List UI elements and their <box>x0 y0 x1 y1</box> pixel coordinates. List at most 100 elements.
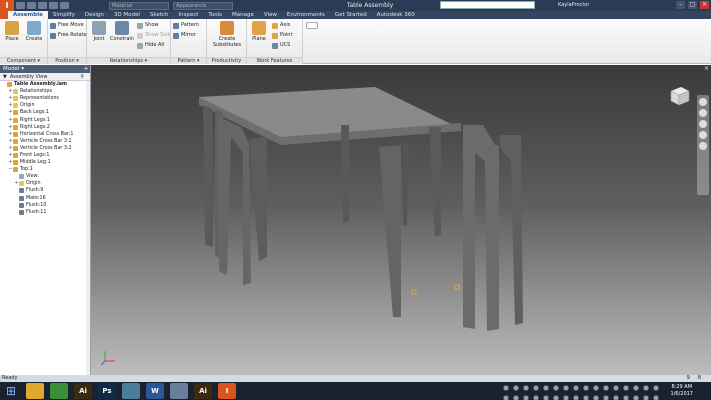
viewport-close-button[interactable]: × <box>704 65 709 72</box>
part-icon <box>13 124 18 130</box>
position-panel-title[interactable]: Position ▾ <box>48 57 86 64</box>
orbit-icon[interactable] <box>699 131 707 139</box>
file-tab[interactable] <box>0 11 8 19</box>
work-point-1[interactable] <box>411 289 417 295</box>
tab-view[interactable]: View <box>259 11 282 19</box>
create-button[interactable]: Create <box>23 21 45 42</box>
tab-tools[interactable]: Tools <box>203 11 227 19</box>
tab-inspect[interactable]: Inspect <box>173 11 203 19</box>
word-icon[interactable]: W <box>146 383 164 399</box>
tab-environments[interactable]: Environments <box>282 11 330 19</box>
tab-sketch[interactable]: Sketch <box>145 11 174 19</box>
steering-wheel-icon[interactable] <box>699 98 707 106</box>
filter-icon[interactable]: ▼ <box>3 73 7 80</box>
new-icon[interactable] <box>16 2 25 9</box>
show-button[interactable]: Show <box>137 22 159 29</box>
free-rotate-button[interactable]: Free Rotate <box>50 32 87 39</box>
browser-node[interactable]: + Middle Leg:1 <box>0 159 90 166</box>
browser-node[interactable]: + Representations <box>0 95 90 102</box>
user-name[interactable]: KaylaProctor <box>558 0 589 11</box>
work-point-2[interactable] <box>454 284 460 290</box>
browser-node[interactable]: Flush:10 <box>0 202 90 209</box>
help-search-input[interactable] <box>440 1 535 9</box>
illustrator-icon-2[interactable]: Ai <box>194 383 212 399</box>
chrome-icon[interactable] <box>50 383 68 399</box>
inventor-logo-icon[interactable]: I <box>0 0 14 11</box>
constraint-icon <box>19 195 24 201</box>
assembly-icon <box>7 82 12 88</box>
tab-get-started[interactable]: Get Started <box>330 11 372 19</box>
tab-autodesk-360[interactable]: Autodesk 360 <box>372 11 420 19</box>
minimize-button[interactable]: – <box>676 1 685 9</box>
free-move-button[interactable]: Free Move <box>50 22 84 29</box>
component-panel-title[interactable]: Component ▾ <box>0 57 47 64</box>
browser-node[interactable]: − Top:1 <box>0 166 90 173</box>
file-explorer-icon[interactable] <box>26 383 44 399</box>
browser-node[interactable]: + Origin <box>0 180 90 187</box>
browser-node[interactable]: + Back Legs:1 <box>0 109 90 116</box>
hide-all-button[interactable]: Hide All <box>137 42 164 49</box>
pattern-button[interactable]: Pattern <box>173 22 199 29</box>
place-button[interactable]: Place <box>1 21 23 42</box>
tab-manage[interactable]: Manage <box>227 11 259 19</box>
plane-button[interactable]: Plane <box>248 21 270 42</box>
open-icon[interactable] <box>27 2 36 9</box>
browser-node[interactable]: + Origin <box>0 102 90 109</box>
constrain-button[interactable]: Constrain <box>109 21 135 42</box>
photoshop-icon[interactable]: Ps <box>98 383 116 399</box>
ribbon-options-button[interactable] <box>306 22 318 29</box>
tab-3d-model[interactable]: 3D Model <box>109 11 145 19</box>
search-icon[interactable]: ⚲ <box>80 73 90 80</box>
browser-node[interactable]: Flush:11 <box>0 209 90 216</box>
zoom-icon[interactable] <box>699 120 707 128</box>
add-browser-button[interactable]: + <box>82 65 90 73</box>
free-rotate-icon <box>50 32 56 39</box>
browser-node[interactable]: Mate:16 <box>0 195 90 202</box>
point-button[interactable]: Point <box>272 32 292 39</box>
assembly-view-dropdown[interactable]: Assembly View <box>10 73 48 80</box>
browser-node-label: Verticle Cross Bar 3:2 <box>20 145 72 151</box>
pattern-panel-title[interactable]: Pattern ▾ <box>171 57 206 64</box>
windows-start-icon[interactable]: ⊞ <box>2 383 20 399</box>
browser-node[interactable]: Flush:9 <box>0 187 90 194</box>
look-at-icon[interactable] <box>699 142 707 150</box>
gem-icon[interactable] <box>170 383 188 399</box>
inventor-icon[interactable]: I <box>218 383 236 399</box>
store-icon[interactable] <box>122 383 140 399</box>
show-sick-button[interactable]: Show Sick <box>137 32 170 39</box>
browser-node[interactable]: + Front Legs:1 <box>0 152 90 159</box>
ribbon-tabs: Assemble Simplify Design 3D Model Sketch… <box>0 11 711 19</box>
relationships-panel-title[interactable]: Relationships ▾ <box>87 57 170 64</box>
tab-design[interactable]: Design <box>80 11 109 19</box>
ucs-button[interactable]: UCS <box>272 42 290 49</box>
viewcube-icon[interactable] <box>667 83 693 109</box>
browser-node[interactable]: + Right Legs:1 <box>0 116 90 123</box>
appearance-dropdown[interactable]: Appearance <box>173 1 233 10</box>
axis-button[interactable]: Axis <box>272 22 290 29</box>
material-dropdown[interactable]: Material <box>109 1 169 10</box>
joint-button[interactable]: Joint <box>88 21 110 42</box>
browser-node[interactable]: View: <box>0 173 90 180</box>
mirror-button[interactable]: Mirror <box>173 32 196 39</box>
maximize-button[interactable]: □ <box>688 1 697 9</box>
redo-icon[interactable] <box>60 2 69 9</box>
create-substitutes-button[interactable]: Create Substitutes <box>209 21 245 48</box>
browser-node[interactable]: + Verticle Cross Bar 3:1 <box>0 138 90 145</box>
tab-assemble[interactable]: Assemble <box>8 11 48 19</box>
save-icon[interactable] <box>38 2 47 9</box>
browser-node[interactable]: + Relationships <box>0 88 90 95</box>
illustrator-icon[interactable]: Ai <box>74 383 92 399</box>
browser-node[interactable]: + Verticle Cross Bar 3:2 <box>0 145 90 152</box>
taskbar-clock[interactable]: 8:29 AM 1/6/2017 <box>671 384 693 398</box>
browser-scrollbar[interactable] <box>86 81 90 375</box>
undo-icon[interactable] <box>49 2 58 9</box>
browser-title[interactable]: Model ▾ <box>3 65 24 73</box>
tab-simplify[interactable]: Simplify <box>48 11 80 19</box>
pan-icon[interactable] <box>699 109 707 117</box>
browser-node[interactable]: + Right Legs:2 <box>0 124 90 131</box>
graphics-viewport[interactable]: × <box>91 65 711 375</box>
browser-node[interactable]: Table Assembly.iam <box>0 81 90 88</box>
table-assembly-model[interactable] <box>91 65 711 375</box>
close-button[interactable]: ✕ <box>700 1 709 9</box>
browser-node[interactable]: + Horizontal Cross Bar:1 <box>0 131 90 138</box>
